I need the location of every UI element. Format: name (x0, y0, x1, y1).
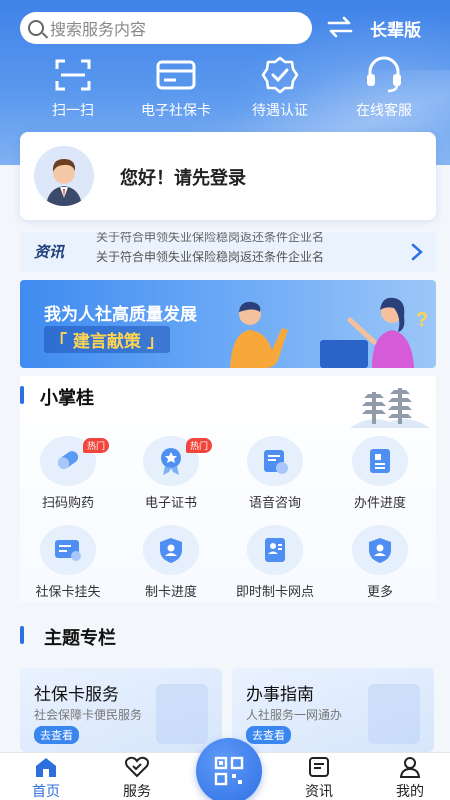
avatar (34, 146, 94, 206)
section-title-services: 小掌桂 (40, 388, 94, 409)
card-decoration (368, 684, 420, 744)
qr-code-icon (214, 756, 244, 786)
service-label: 制卡进度 (144, 585, 197, 600)
scan-icon (52, 56, 94, 94)
progress-doc-icon (352, 436, 408, 486)
pagoda-decoration (350, 388, 430, 428)
tab-label: 我的 (396, 784, 424, 800)
banner-subtitle: 「 建言献策 」 (44, 326, 170, 353)
service-scan-medicine[interactable]: 热门 扫码购药 (13, 436, 123, 516)
theme-card-guide[interactable]: 办事指南 人社服务一网通办 去查看 (232, 668, 434, 752)
tab-home[interactable]: 首页 (6, 753, 86, 800)
qr-scan-button[interactable] (196, 738, 262, 800)
quick-action-e-card[interactable]: 电子社保卡 (121, 56, 231, 122)
promo-banner[interactable]: 我为人社高质量发展 「 建言献策 」 ? (20, 280, 436, 368)
section-marker (20, 626, 24, 644)
service-label: 语音咨询 (248, 496, 301, 511)
card-progress-icon (143, 525, 199, 575)
service-label: 电子证书 (144, 496, 197, 511)
login-prompt: 您好！请先登录 (120, 168, 246, 189)
service-card-outlet[interactable]: 即时制卡网点 (220, 525, 330, 605)
card-loss-icon (40, 525, 96, 575)
login-card[interactable]: 您好！请先登录 (20, 132, 436, 220)
section-marker (20, 386, 24, 404)
view-button[interactable]: 去查看 (246, 726, 291, 744)
service-label: 更多 (366, 585, 393, 600)
service-label: 扫码购药 (41, 496, 94, 511)
chevron-right-icon (411, 243, 423, 261)
verify-badge-icon (259, 56, 301, 94)
service-heart-icon (124, 755, 150, 779)
headset-icon (363, 56, 405, 94)
elder-mode-toggle[interactable]: 长辈版 (370, 16, 421, 41)
banner-illustration-man (230, 301, 288, 368)
quick-action-verify[interactable]: 待遇认证 (225, 56, 335, 122)
quick-action-label: 电子社保卡 (141, 103, 211, 119)
section-title-themes: 主题专栏 (44, 628, 116, 649)
service-progress[interactable]: 办件进度 (325, 436, 435, 516)
voice-consult-icon (247, 436, 303, 486)
theme-card-social-card[interactable]: 社保卡服务 社会保障卡便民服务 去查看 (20, 668, 222, 752)
service-label: 社保卡挂失 (35, 585, 101, 600)
tab-label: 服务 (123, 784, 151, 800)
home-icon (33, 755, 59, 779)
tab-mine[interactable]: 我的 (370, 753, 450, 800)
search-placeholder: 搜索服务内容 (50, 20, 147, 39)
service-label: 办件进度 (353, 496, 406, 511)
news-tag: 资讯 (34, 243, 65, 261)
tab-services[interactable]: 服务 (97, 753, 177, 800)
quick-action-label: 待遇认证 (252, 103, 308, 119)
view-button[interactable]: 去查看 (34, 726, 79, 744)
news-ticker[interactable]: 资讯 关于符合申领失业保险稳岗返还条件企业名 关于符合申领失业保险稳岗返还条件企… (20, 232, 436, 272)
card-decoration (156, 684, 208, 744)
banner-title: 我为人社高质量发展 (44, 305, 197, 325)
service-card-progress[interactable]: 制卡进度 (116, 525, 226, 605)
news-headline-previous: 关于符合申领失业保险稳岗返还条件企业名 (96, 232, 325, 244)
theme-card-subtitle: 社会保障卡便民服务 (34, 708, 143, 722)
service-more[interactable]: 更多 (325, 525, 435, 605)
search-icon (28, 20, 44, 36)
quick-action-label: 在线客服 (356, 103, 412, 119)
tab-news[interactable]: 资讯 (279, 753, 359, 800)
search-bar[interactable]: 搜索服务内容 (20, 12, 312, 44)
svg-text:?: ? (416, 309, 428, 331)
service-e-certificate[interactable]: 热门 电子证书 (116, 436, 226, 516)
banner-illustration-woman: ? (320, 297, 428, 368)
quick-action-support[interactable]: 在线客服 (329, 56, 439, 122)
service-card-loss[interactable]: 社保卡挂失 (13, 525, 123, 605)
card-outlet-icon (247, 525, 303, 575)
service-voice-consult[interactable]: 语音咨询 (220, 436, 330, 516)
hot-badge: 热门 (186, 438, 213, 453)
switch-arrows-icon[interactable] (326, 16, 354, 38)
quick-action-scan[interactable]: 扫一扫 (18, 56, 128, 122)
tab-label: 首页 (32, 784, 60, 800)
service-label: 即时制卡网点 (235, 585, 314, 600)
card-icon (155, 56, 197, 94)
user-icon (397, 755, 423, 779)
more-icon (352, 525, 408, 575)
theme-card-subtitle: 人社服务一网通办 (246, 708, 343, 722)
tab-label: 资讯 (305, 784, 333, 800)
theme-card-title: 办事指南 (246, 685, 314, 705)
hot-badge: 热门 (83, 438, 110, 453)
news-icon (306, 755, 332, 779)
theme-card-title: 社保卡服务 (34, 685, 119, 705)
quick-action-label: 扫一扫 (52, 103, 94, 119)
news-headline: 关于符合申领失业保险稳岗返还条件企业名 (96, 250, 325, 264)
